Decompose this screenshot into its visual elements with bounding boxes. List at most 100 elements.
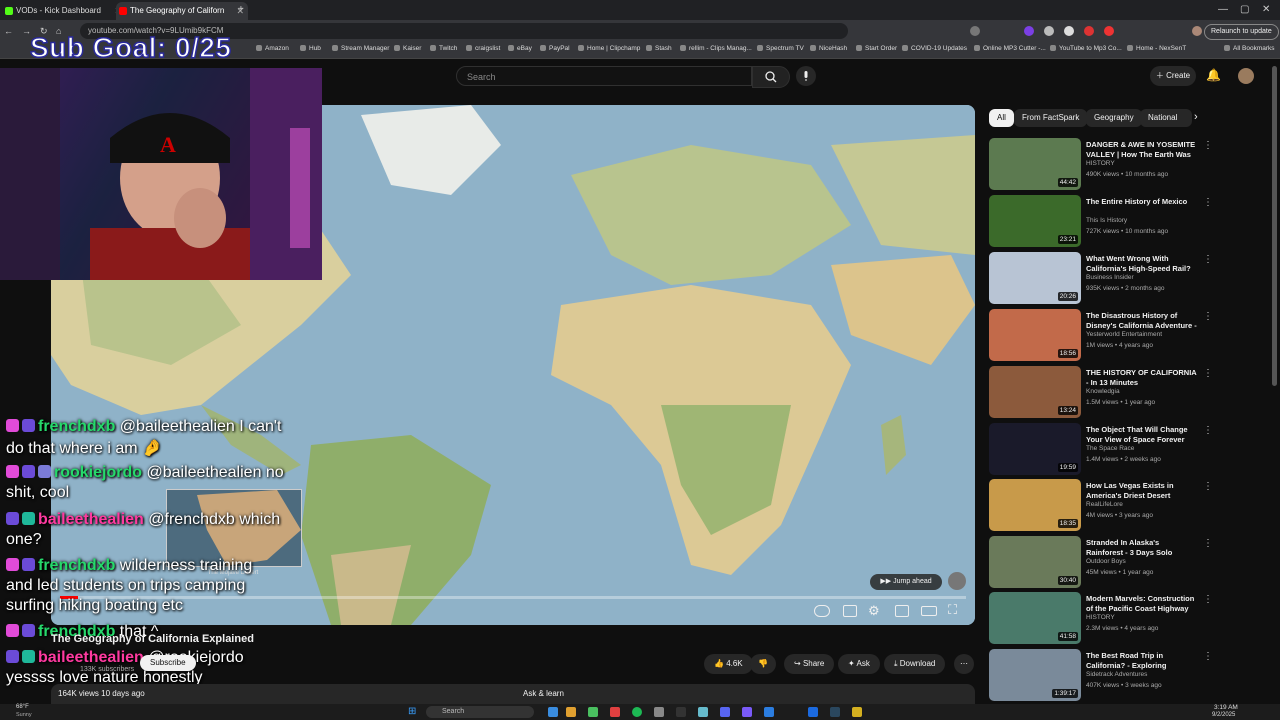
video-thumbnail[interactable]: 23:21	[989, 195, 1081, 247]
bookmark-item[interactable]: COVID-19 Updates	[902, 45, 967, 52]
channel-name[interactable]: HISTORY	[1086, 614, 1115, 621]
settings-gear-icon[interactable]: ⚙	[868, 603, 880, 619]
video-title[interactable]: DANGER & AWE IN YOSEMITE VALLEY | How Th…	[1086, 140, 1198, 160]
more-actions-icon[interactable]: ⋯	[954, 654, 974, 674]
page-scrollbar[interactable]	[1272, 66, 1277, 386]
bookmark-item[interactable]: Online MP3 Cutter -...	[974, 45, 1046, 52]
notifications-bell-icon[interactable]: 🔔	[1206, 68, 1221, 82]
chip-national[interactable]: National	[1140, 109, 1192, 127]
like-button[interactable]: 👍 4.6K	[704, 654, 753, 674]
recommended-video[interactable]: 30:40 Stranded In Alaska's Rainforest - …	[989, 536, 1239, 589]
video-title[interactable]: The Entire History of Mexico	[1086, 197, 1198, 207]
video-title[interactable]: What Went Wrong With California's High-S…	[1086, 254, 1198, 274]
channel-watermark[interactable]	[948, 572, 966, 590]
video-thumbnail[interactable]: 18:56	[989, 309, 1081, 361]
video-thumbnail[interactable]: 18:35	[989, 479, 1081, 531]
create-button[interactable]: ＋ Create	[1150, 66, 1196, 86]
taskbar-app-icon[interactable]	[654, 707, 664, 717]
more-options-icon[interactable]: ⋮	[1203, 594, 1213, 605]
bookmark-item[interactable]: Stream Manager	[332, 45, 389, 52]
channel-name[interactable]: HISTORY	[1086, 160, 1115, 167]
channel-name[interactable]: Knowledgia	[1086, 388, 1120, 395]
video-thumbnail[interactable]: 20:26	[989, 252, 1081, 304]
tab-kick-dashboard[interactable]: VODs - Kick Dashboard ✕	[2, 2, 126, 20]
extension-icon[interactable]	[970, 26, 980, 36]
weather-temp[interactable]: 68°F	[16, 704, 29, 710]
recommended-video[interactable]: 13:24 THE HISTORY OF CALIFORNIA - In 13 …	[989, 366, 1239, 419]
bookmark-item[interactable]: Spectrum TV	[757, 45, 804, 52]
extension-icon[interactable]	[1084, 26, 1094, 36]
more-options-icon[interactable]: ⋮	[1203, 538, 1213, 549]
voice-search-button[interactable]	[796, 66, 816, 86]
more-options-icon[interactable]: ⋮	[1203, 140, 1213, 151]
captions-icon[interactable]	[843, 605, 857, 617]
channel-name[interactable]: RealLifeLore	[1086, 501, 1123, 508]
bookmark-item[interactable]: YouTube to Mp3 Co...	[1050, 45, 1122, 52]
download-button[interactable]: ⤓ Download	[884, 654, 946, 674]
bookmark-item[interactable]: eBay	[508, 45, 532, 52]
more-options-icon[interactable]: ⋮	[1203, 197, 1213, 208]
bookmark-item[interactable]: All Bookmarks	[1224, 45, 1275, 52]
taskbar-app-icon[interactable]	[676, 707, 686, 717]
video-title[interactable]: The Object That Will Change Your View of…	[1086, 425, 1198, 445]
more-options-icon[interactable]: ⋮	[1203, 425, 1213, 436]
chevron-right-icon[interactable]: ›	[1194, 111, 1198, 123]
video-thumbnail[interactable]: 19:59	[989, 423, 1081, 475]
recommended-video[interactable]: 19:59 The Object That Will Change Your V…	[989, 423, 1239, 476]
recommended-video[interactable]: 20:26 What Went Wrong With California's …	[989, 252, 1239, 305]
taskbar-app-icon[interactable]	[610, 707, 620, 717]
recommended-video[interactable]: 41:58 Modern Marvels: Construction of th…	[989, 592, 1239, 645]
channel-name[interactable]: Sidetrack Adventures	[1086, 671, 1147, 678]
bookmark-item[interactable]: Home - NexSenT	[1127, 45, 1186, 52]
taskbar-app-icon[interactable]	[742, 707, 752, 717]
video-title[interactable]: The Disastrous History of Disney's Calif…	[1086, 311, 1198, 331]
ask-learn-label[interactable]: Ask & learn	[523, 689, 564, 698]
extension-icon[interactable]	[1104, 26, 1114, 36]
channel-name[interactable]: Yesterworld Entertainment	[1086, 331, 1162, 338]
taskbar-app-icon[interactable]	[852, 707, 862, 717]
back-icon[interactable]: ←	[4, 20, 13, 42]
spotify-icon[interactable]	[632, 707, 642, 717]
bookmark-item[interactable]: PayPal	[540, 45, 570, 52]
video-thumbnail[interactable]: 30:40	[989, 536, 1081, 588]
video-thumbnail[interactable]: 41:58	[989, 592, 1081, 644]
jump-ahead-button[interactable]: ▶▶ Jump ahead	[870, 574, 942, 590]
bookmark-item[interactable]: Amazon	[256, 45, 289, 52]
bookmark-item[interactable]: Stash	[646, 45, 672, 52]
autoplay-toggle[interactable]	[814, 605, 830, 617]
more-options-icon[interactable]: ⋮	[1203, 368, 1213, 379]
more-options-icon[interactable]: ⋮	[1203, 254, 1213, 265]
new-tab-icon[interactable]: +	[238, 0, 244, 20]
channel-name[interactable]: Business Insider	[1086, 274, 1134, 281]
bookmark-item[interactable]: Start Order	[856, 45, 897, 52]
bookmark-item[interactable]: rellim - Clips Manag...	[680, 45, 752, 52]
channel-name[interactable]: Outdoor Boys	[1086, 558, 1126, 565]
taskbar-app-icon[interactable]	[764, 707, 774, 717]
recommended-video[interactable]: 23:21 The Entire History of Mexico This …	[989, 195, 1239, 248]
progress-bar[interactable]	[60, 596, 966, 599]
video-thumbnail[interactable]: 1:39:17	[989, 649, 1081, 701]
taskbar-app-icon[interactable]	[548, 707, 558, 717]
windows-start-icon[interactable]: ⊞	[408, 707, 416, 717]
video-title[interactable]: How Las Vegas Exists in America's Driest…	[1086, 481, 1198, 501]
channel-name[interactable]: This Is History	[1086, 217, 1127, 224]
taskbar-app-icon[interactable]	[698, 707, 708, 717]
extension-icon[interactable]	[1044, 26, 1054, 36]
chip-from-factspark[interactable]: From FactSpark	[1014, 109, 1088, 127]
tab-youtube-video[interactable]: The Geography of Californ ✕	[116, 2, 248, 20]
relaunch-button[interactable]: Relaunch to update	[1204, 24, 1279, 40]
folder-icon[interactable]	[566, 707, 576, 717]
chip-all[interactable]: All	[989, 109, 1014, 127]
extension-icon[interactable]	[1024, 26, 1034, 36]
recommended-video[interactable]: 44:42 DANGER & AWE IN YOSEMITE VALLEY | …	[989, 138, 1239, 191]
video-thumbnail[interactable]: 13:24	[989, 366, 1081, 418]
steam-icon[interactable]	[830, 707, 840, 717]
taskbar-search-input[interactable]: Search	[426, 706, 534, 718]
share-button[interactable]: ↪ Share	[784, 654, 835, 674]
bookmark-item[interactable]: Twitch	[430, 45, 457, 52]
maximize-icon[interactable]: ▢	[1240, 0, 1249, 20]
subscribe-button[interactable]: Subscribe	[140, 655, 196, 671]
bookmark-item[interactable]: Home | Clipchamp	[578, 45, 640, 52]
recommended-video[interactable]: 18:56 The Disastrous History of Disney's…	[989, 309, 1239, 362]
recommended-video[interactable]: 1:39:17 The Best Road Trip in California…	[989, 649, 1239, 702]
